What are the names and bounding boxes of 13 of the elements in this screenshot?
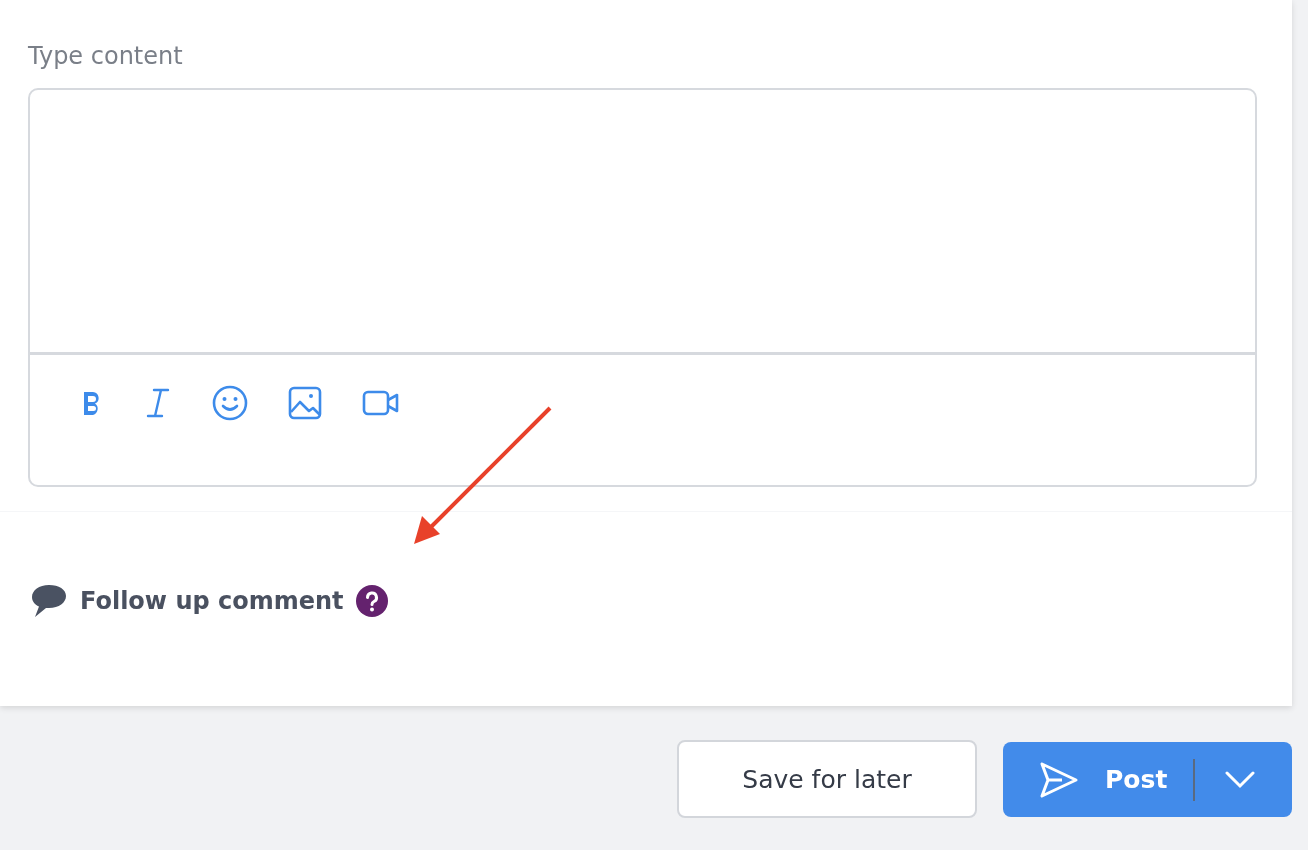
post-label[interactable]: Post (1105, 765, 1168, 794)
post-button[interactable]: Post (1003, 742, 1292, 817)
field-label: Type content (28, 42, 184, 70)
chevron-down-icon[interactable] (1225, 770, 1256, 789)
video-camera-icon[interactable] (362, 389, 400, 417)
speech-bubble-icon (30, 582, 68, 620)
send-icon (1039, 761, 1079, 798)
italic-icon[interactable] (144, 387, 172, 419)
image-icon[interactable] (288, 386, 322, 420)
help-icon[interactable] (355, 585, 388, 617)
emoji-icon[interactable] (212, 385, 248, 421)
save-button[interactable]: Save for later (677, 740, 977, 818)
section-title: Follow up comment (80, 587, 344, 615)
